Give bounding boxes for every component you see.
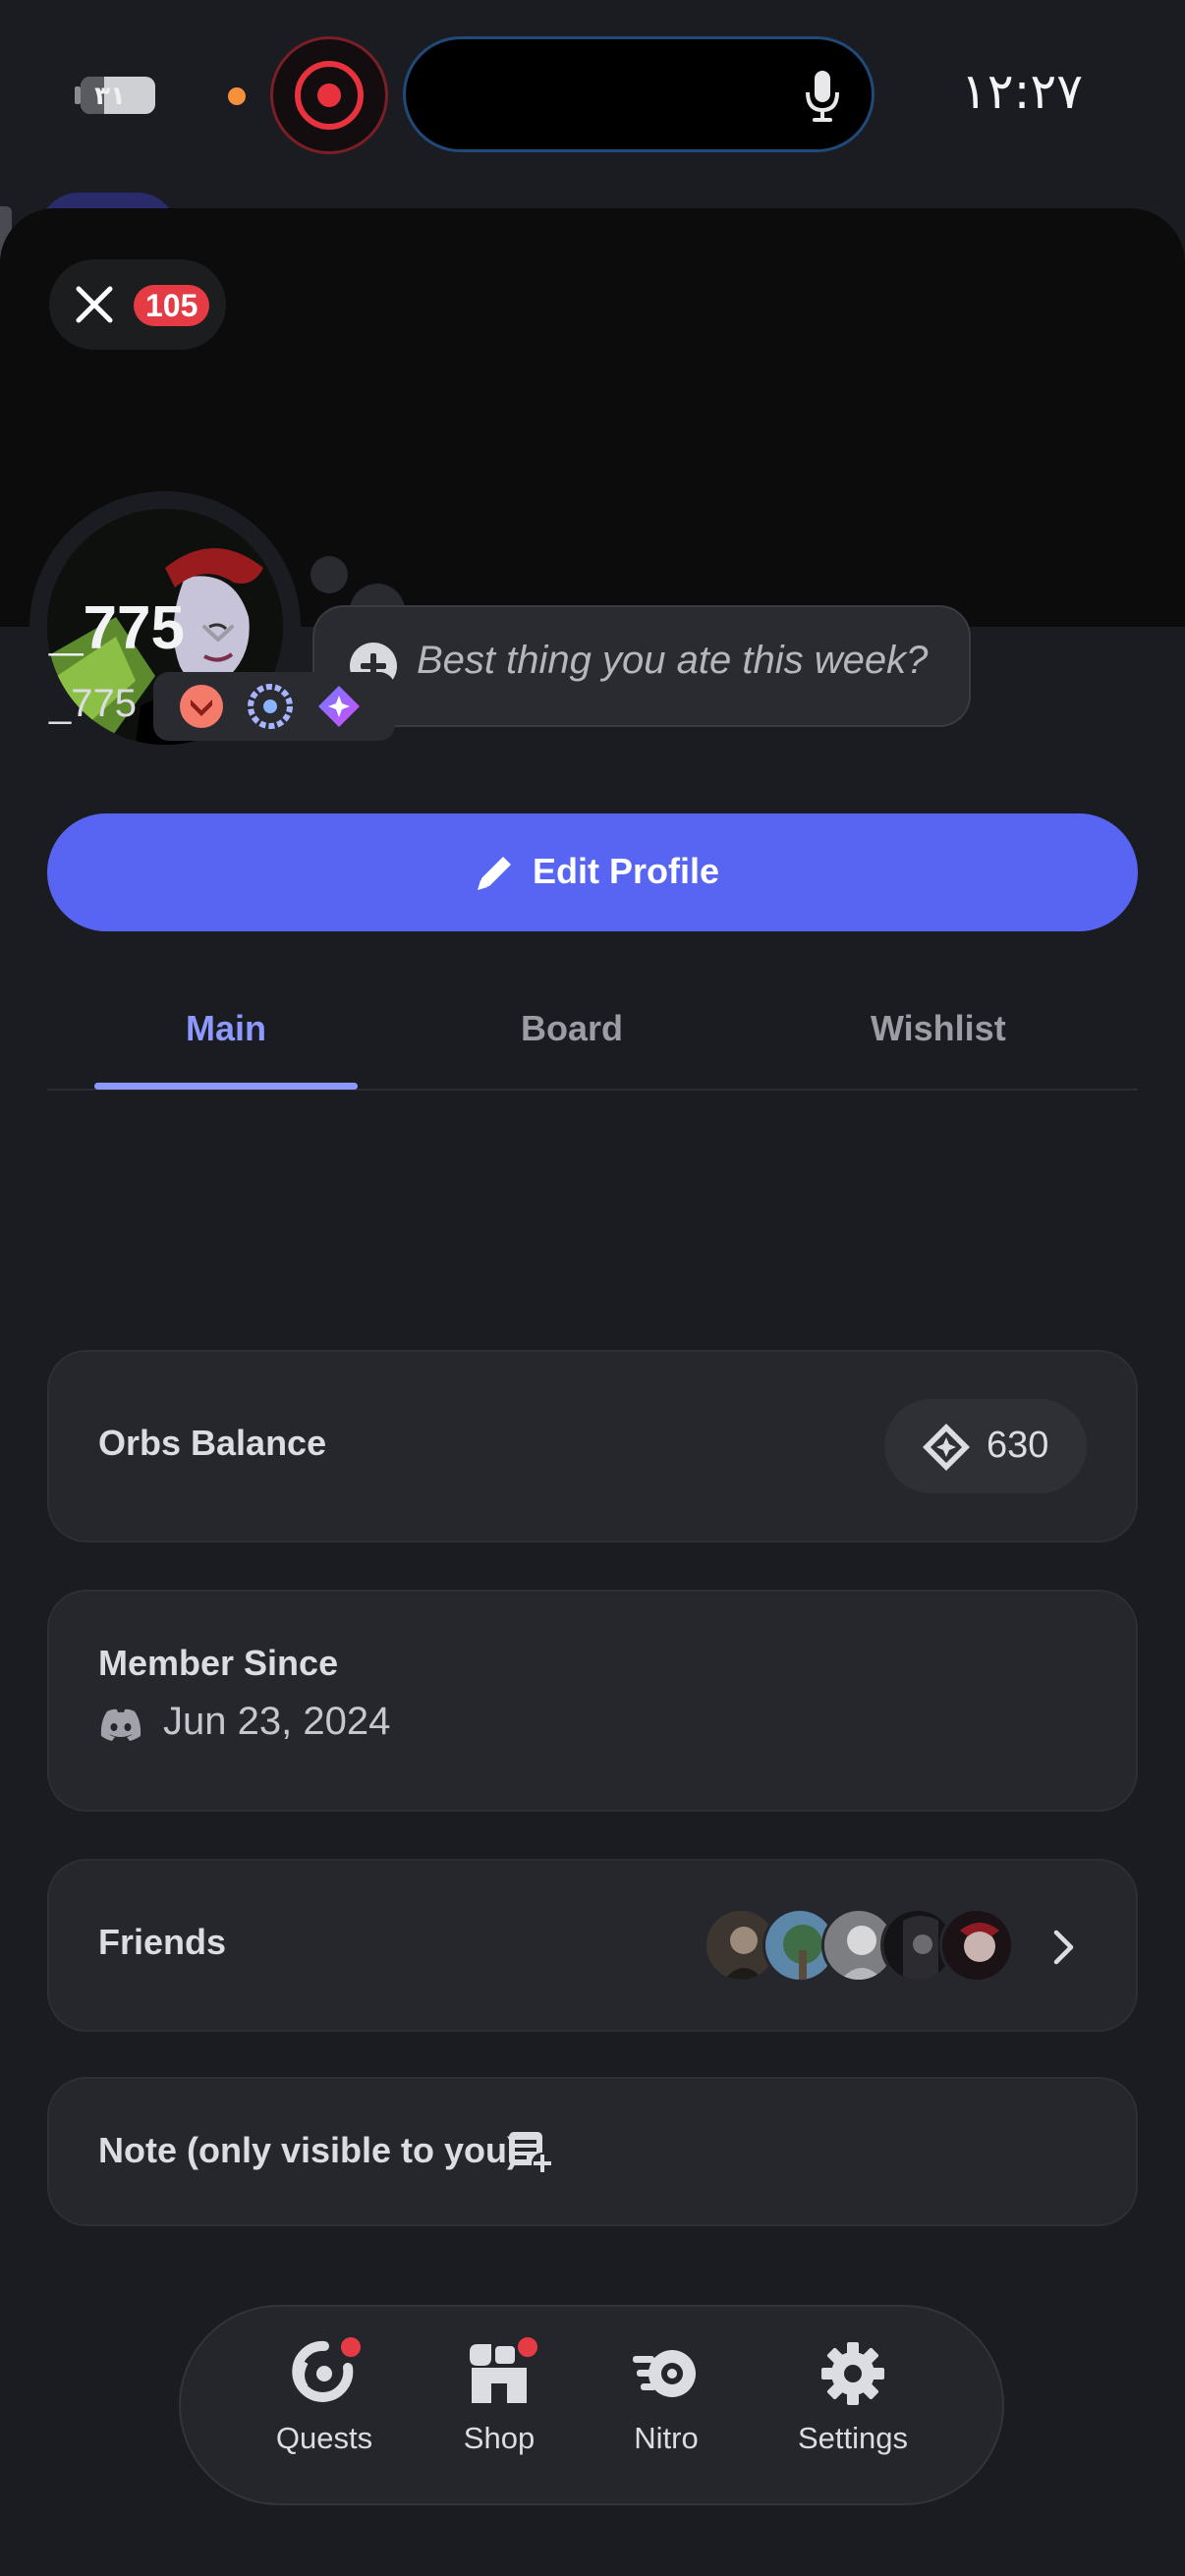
- member-since-label: Member Since: [98, 1643, 339, 1683]
- member-since-card: Member Since Jun 23, 2024: [47, 1590, 1138, 1812]
- thought-bubble-dot: [310, 556, 348, 593]
- nitro-icon: [633, 2350, 696, 2397]
- nav-quests-label: Quests: [275, 2421, 373, 2455]
- nav-shop-label: Shop: [463, 2421, 536, 2455]
- tab-board[interactable]: Board: [521, 1008, 623, 1049]
- battery-icon: ۳۱: [81, 77, 155, 114]
- username: _775: [49, 682, 137, 725]
- orbs-balance-card[interactable]: Orbs Balance 630: [47, 1350, 1138, 1542]
- chevron-right-icon[interactable]: [1051, 1928, 1077, 1967]
- quest-badge-icon[interactable]: [248, 684, 293, 729]
- status-time: ۱۲:۲۷: [960, 63, 1084, 120]
- battery-nub: [75, 86, 81, 104]
- note-label: Note (only visible to you): [98, 2130, 520, 2170]
- member-since-date: Jun 23, 2024: [163, 1700, 391, 1743]
- add-note-icon[interactable]: [507, 2130, 554, 2175]
- friend-avatar: [939, 1908, 1014, 1983]
- orb-badge-icon[interactable]: [316, 684, 362, 729]
- orbs-balance-pill[interactable]: 630: [884, 1399, 1087, 1493]
- privacy-indicator-dot: [228, 87, 246, 105]
- active-tab-indicator: [94, 1083, 358, 1090]
- bottom-navigation: Quests Shop Nitro Settings: [179, 2305, 1004, 2505]
- nav-settings[interactable]: Settings: [774, 2338, 931, 2486]
- orbs-balance-value: 630: [987, 1425, 1049, 1466]
- nav-settings-label: Settings: [797, 2421, 908, 2455]
- edit-profile-label: Edit Profile: [533, 851, 720, 891]
- nav-shop[interactable]: Shop: [421, 2334, 578, 2486]
- screen-record-icon[interactable]: [270, 36, 388, 154]
- nav-nitro[interactable]: Nitro: [588, 2338, 745, 2486]
- orb-icon: [923, 1424, 970, 1471]
- friends-card[interactable]: Friends: [47, 1859, 1138, 2032]
- display-name[interactable]: _775: [49, 593, 185, 663]
- hypesquad-badge-icon[interactable]: [179, 684, 224, 729]
- chevron-down-icon[interactable]: [200, 621, 236, 644]
- close-button[interactable]: 105: [49, 259, 226, 350]
- note-card[interactable]: Note (only visible to you): [47, 2077, 1138, 2226]
- orbs-balance-label: Orbs Balance: [98, 1423, 327, 1463]
- microphone-icon: [806, 71, 839, 122]
- discord-icon: [100, 1708, 141, 1741]
- status-prompt-bubble[interactable]: Best thing you ate this week?: [312, 605, 971, 727]
- edit-profile-button[interactable]: Edit Profile: [47, 813, 1138, 931]
- dynamic-island: [403, 36, 875, 152]
- friends-label: Friends: [98, 1922, 227, 1962]
- close-icon: [76, 286, 113, 323]
- status-prompt-text: Best thing you ate this week?: [417, 639, 929, 682]
- nav-quests[interactable]: Quests: [246, 2334, 403, 2486]
- tab-main[interactable]: Main: [186, 1008, 266, 1049]
- battery-level: ۳۱: [94, 81, 126, 110]
- badge-strip[interactable]: [153, 672, 395, 741]
- profile-tabs: Main Board Wishlist: [47, 982, 1138, 1091]
- notification-dot: [338, 2334, 364, 2360]
- nav-nitro-label: Nitro: [634, 2421, 699, 2455]
- status-bar: ۳۱ ۱۲:۲۷: [0, 0, 1185, 187]
- notification-dot: [515, 2334, 540, 2360]
- pencil-icon: [478, 857, 511, 890]
- tab-wishlist[interactable]: Wishlist: [871, 1008, 1006, 1049]
- settings-icon: [821, 2342, 884, 2405]
- unread-badge: 105: [134, 285, 210, 326]
